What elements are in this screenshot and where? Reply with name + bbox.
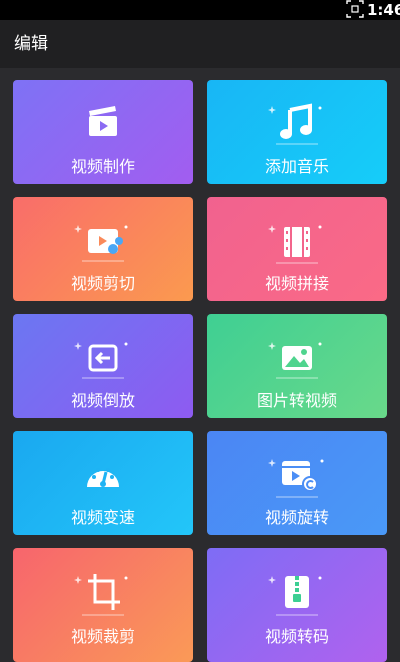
tile-label: 视频变速 — [70, 508, 135, 527]
tile-video-speed[interactable]: 视频变速 — [13, 431, 193, 535]
tile-label: 图片转视频 — [256, 391, 337, 410]
tools-grid: 视频制作 添加音乐 视频剪切 视频拼接 视频倒放 图片转视频 视频变速 视频旋转… — [0, 68, 400, 662]
clapperboard-icon — [89, 106, 117, 136]
tile-video-reverse[interactable]: 视频倒放 — [13, 314, 193, 418]
tile-label: 视频旋转 — [264, 508, 329, 527]
film-strip-icon — [268, 225, 322, 264]
tile-add-music[interactable]: 添加音乐 — [207, 80, 387, 184]
video-rotate-icon — [268, 459, 324, 498]
app-bar: 编辑 — [0, 20, 400, 68]
speedometer-icon — [87, 468, 119, 487]
video-scissors-icon — [74, 225, 128, 262]
page-title: 编辑 — [14, 34, 48, 54]
tile-label: 视频转码 — [264, 627, 329, 646]
tile-label: 添加音乐 — [264, 157, 329, 176]
tile-video-rotate[interactable]: 视频旋转 — [207, 431, 387, 535]
tile-label: 视频制作 — [70, 157, 135, 176]
tile-video-crop[interactable]: 视频裁剪 — [13, 548, 193, 662]
tile-label: 视频拼接 — [264, 274, 329, 293]
screenshot-icon — [346, 0, 364, 18]
tile-video-cut[interactable]: 视频剪切 — [13, 197, 193, 301]
music-note-icon — [268, 103, 322, 145]
crop-icon — [74, 574, 128, 616]
tile-label: 视频倒放 — [70, 391, 135, 410]
reverse-play-icon — [74, 342, 128, 379]
status-time: 1:46 — [367, 1, 400, 19]
tile-label: 视频裁剪 — [70, 627, 135, 646]
zip-file-icon — [268, 576, 322, 616]
image-icon — [268, 342, 322, 379]
tile-label: 视频剪切 — [70, 274, 135, 293]
tile-video-transcode[interactable]: 视频转码 — [207, 548, 387, 662]
status-bar: 1:46 — [0, 0, 400, 20]
tile-image-to-video[interactable]: 图片转视频 — [207, 314, 387, 418]
tile-video-make[interactable]: 视频制作 — [13, 80, 193, 184]
tile-video-join[interactable]: 视频拼接 — [207, 197, 387, 301]
